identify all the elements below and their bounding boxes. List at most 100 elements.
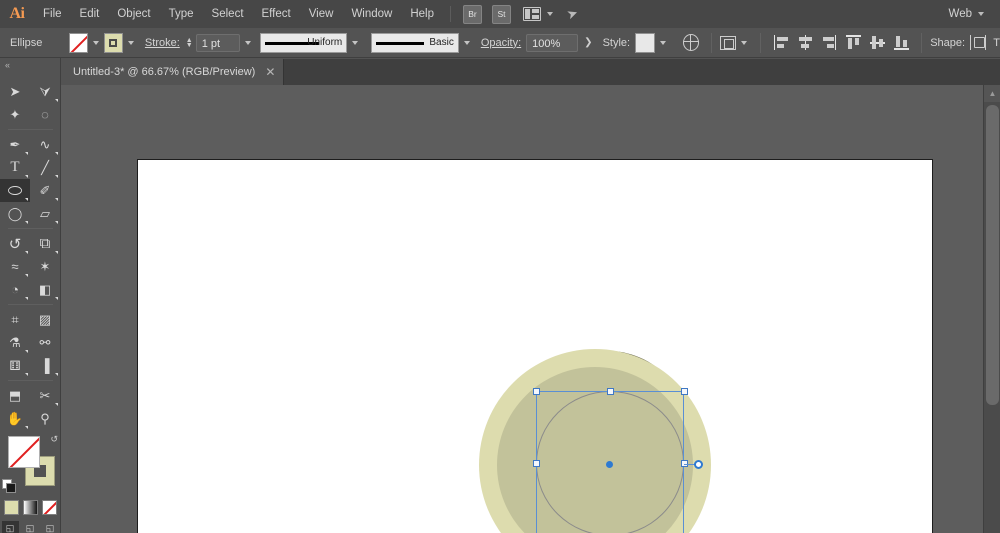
shape-properties-icon[interactable] [970,35,987,50]
align-left-icon[interactable] [773,34,789,51]
menu-file[interactable]: File [34,0,71,28]
menu-edit[interactable]: Edit [71,0,109,28]
handle-top-center[interactable] [606,387,614,395]
eyedropper-tool[interactable]: ⚗ [0,331,30,354]
mesh-tool[interactable]: ⌗ [0,308,30,331]
menu-window[interactable]: Window [342,0,401,28]
gradient-button[interactable] [22,500,38,515]
tools-divider-4 [0,377,61,384]
vertical-scrollbar[interactable]: ▲ [983,85,1000,533]
shaper-tool[interactable]: ◯ [0,202,30,225]
style-chevron-down-icon[interactable] [660,40,667,45]
magic-wand-tool[interactable]: ✦ [0,103,30,126]
bridge-button[interactable]: Br [463,4,482,24]
stroke-swatch[interactable] [103,32,123,53]
stroke-chevron-down-icon[interactable] [127,40,134,45]
slice-tool[interactable]: ✂ [30,384,60,407]
rocket-icon[interactable]: ➤ [565,5,581,24]
handle-middle-left[interactable] [532,460,540,467]
width-tool[interactable]: ≈ [0,255,30,278]
menu-help[interactable]: Help [401,0,443,28]
type-tool-label[interactable]: T [993,37,1000,49]
fill-chevron-down-icon[interactable] [92,40,99,45]
document-tab[interactable]: Untitled-3* @ 66.67% (RGB/Preview) ✕ [61,59,285,85]
menu-type[interactable]: Type [160,0,203,28]
chevron-up-icon[interactable]: ▲ [984,85,1000,102]
stroke-weight-input[interactable]: 1 pt [195,33,240,52]
live-shape-widget[interactable] [694,460,703,469]
stock-button[interactable]: St [492,4,511,24]
symbol-sprayer-tool[interactable]: ⚅ [0,354,30,377]
rotate-tool[interactable]: ↺ [0,232,30,255]
align-bottom-icon[interactable] [893,34,910,51]
type-tool[interactable]: T [0,156,30,179]
gradient-tool[interactable]: ▨ [30,308,60,331]
normal-screen-mode-icon: ◱ [5,523,15,533]
close-icon[interactable]: ✕ [265,66,275,78]
normal-screen-mode[interactable]: ◱ [1,521,19,533]
pen-tool[interactable]: ✒ [0,133,30,156]
brush-definition-dropdown[interactable]: Basic [371,32,459,53]
blend-tool[interactable]: ⚯ [30,331,60,354]
type-tool-icon: T [10,159,20,175]
artboard-tool[interactable]: ⬒ [0,384,30,407]
menu-effect[interactable]: Effect [253,0,300,28]
stroke-profile-dropdown[interactable]: Uniform [259,32,348,53]
align-vertical-center-icon[interactable] [869,34,885,51]
scale-tool[interactable]: ⧉ [30,232,60,255]
full-screen-mode[interactable]: ◱ [42,521,59,533]
mesh-tool-icon: ⌗ [11,311,19,327]
align-horizontal-center-icon[interactable] [797,34,813,51]
transform-chevron-down-icon[interactable] [740,40,747,45]
arrange-documents-icon[interactable] [523,7,541,21]
double-chevron-left-icon[interactable]: « [0,58,60,71]
recolor-artwork-icon[interactable] [683,34,700,51]
workspace-chevron-down-icon[interactable] [978,12,984,16]
stroke-weight-chevron-down-icon[interactable] [244,40,251,45]
align-right-icon[interactable] [821,34,837,51]
handle-top-left[interactable] [532,387,540,395]
tools-panel: « ➤ ⮛ ✦ ◌ ✒ ∿ T ╱ ⬭ ✐ ◯ ▱ ↺ ⧉ ≈ ✶ ◔ ◧ ⌗ … [0,58,61,533]
color-button[interactable] [3,500,19,515]
paintbrush-tool[interactable]: ✐ [30,179,60,202]
transform-icon[interactable] [720,35,736,50]
handle-top-right[interactable] [680,387,688,395]
menu-view[interactable]: View [300,0,343,28]
opacity-input[interactable]: 100% [526,33,579,52]
opacity-chevron-right-icon[interactable]: ❯ [584,37,592,48]
none-button[interactable] [41,500,57,515]
curvature-tool[interactable]: ∿ [30,133,60,156]
graphic-style-swatch[interactable] [635,32,656,53]
menu-object[interactable]: Object [108,0,159,28]
swap-fill-stroke-icon[interactable]: ↺ [50,434,58,445]
vertical-scrollbar-thumb[interactable] [986,105,999,405]
full-screen-menubar-mode[interactable]: ◱ [22,521,39,533]
selection-tool[interactable]: ➤ [0,80,30,103]
direct-selection-tool[interactable]: ⮛ [30,80,60,103]
perspective-grid-tool[interactable]: ◧ [30,278,60,301]
fill-color-none-swatch[interactable] [8,436,40,468]
center-anchor-point[interactable] [606,461,613,468]
default-fill-stroke-icon[interactable] [2,479,16,493]
shape-builder-tool[interactable]: ◔ [0,278,30,301]
tools-panel-drag-handle[interactable] [0,71,60,80]
column-graph-tool[interactable]: ▐ [30,354,60,377]
chevron-down-icon[interactable] [547,12,553,16]
stroke-stepper-icon[interactable]: ▲ ▼ [186,37,193,49]
zoom-tool-icon: ⚲ [40,410,50,426]
line-segment-tool[interactable]: ╱ [30,156,60,179]
ellipse-tool[interactable]: ⬭ [0,179,30,202]
menu-select[interactable]: Select [203,0,253,28]
canvas-area[interactable] [61,85,983,533]
fill-swatch[interactable] [68,32,88,53]
fill-stroke-control: ↺ [0,434,61,496]
lasso-tool[interactable]: ◌ [30,103,60,126]
brush-chevron-down-icon[interactable] [463,40,470,45]
zoom-tool[interactable]: ⚲ [30,407,60,430]
align-top-icon[interactable] [845,34,861,51]
free-transform-tool[interactable]: ✶ [30,255,60,278]
hand-tool[interactable]: ✋ [0,407,30,430]
eraser-tool[interactable]: ▱ [30,202,60,225]
workspace-switcher[interactable]: Web [949,8,972,20]
stroke-profile-chevron-down-icon[interactable] [352,40,359,45]
